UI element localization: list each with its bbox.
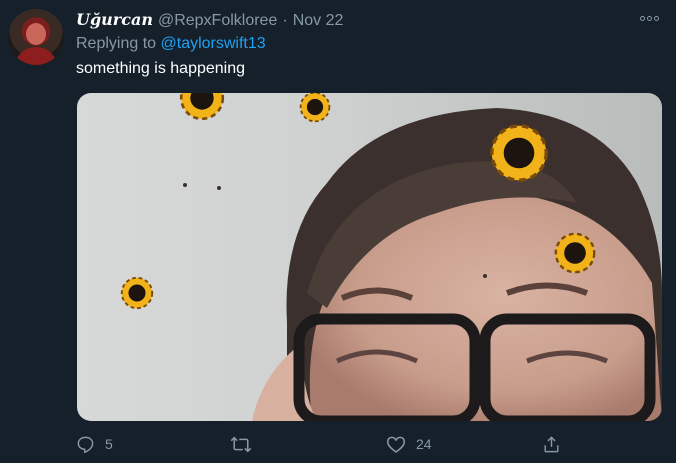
reply-count: 5 <box>105 436 113 452</box>
like-count: 24 <box>416 436 432 452</box>
retweet-icon <box>230 436 252 452</box>
tweet-header: Uğurcan @RepxFolkloree · Nov 22 <box>76 10 343 32</box>
tweet-photo[interactable] <box>77 93 662 421</box>
share-icon <box>544 435 559 452</box>
user-handle[interactable]: @RepxFolkloree <box>158 12 277 30</box>
sunflower-left <box>120 276 154 310</box>
avatar-shirt <box>14 47 58 65</box>
replying-to-mention[interactable]: @taylorswift13 <box>161 35 266 52</box>
sunflower-top-left <box>179 93 225 121</box>
replying-prefix: Replying to <box>76 35 157 52</box>
sunflower-forehead <box>490 124 548 182</box>
like-button[interactable]: 24 <box>386 430 432 458</box>
tweet-date[interactable]: Nov 22 <box>293 12 344 30</box>
separator-dot: · <box>282 12 288 29</box>
tweet-text: something is happening <box>76 60 246 77</box>
replying-to: Replying to @taylorswift13 <box>76 35 266 53</box>
reply-icon <box>77 436 94 453</box>
heart-icon <box>386 436 406 453</box>
sunflower-top-center <box>299 93 331 123</box>
display-name[interactable]: Uğurcan <box>76 10 153 29</box>
sunflower-right <box>554 232 596 274</box>
retweet-button[interactable] <box>230 430 262 458</box>
avatar[interactable] <box>8 9 64 65</box>
more-icon[interactable] <box>640 12 662 24</box>
reply-button[interactable]: 5 <box>76 430 113 458</box>
share-button[interactable] <box>542 430 561 458</box>
tweet-actions: 5 24 <box>76 430 576 458</box>
photo-image <box>120 93 662 421</box>
tweet[interactable]: Uğurcan @RepxFolkloree · Nov 22 Replying… <box>0 0 676 463</box>
avatar-face <box>26 23 46 45</box>
